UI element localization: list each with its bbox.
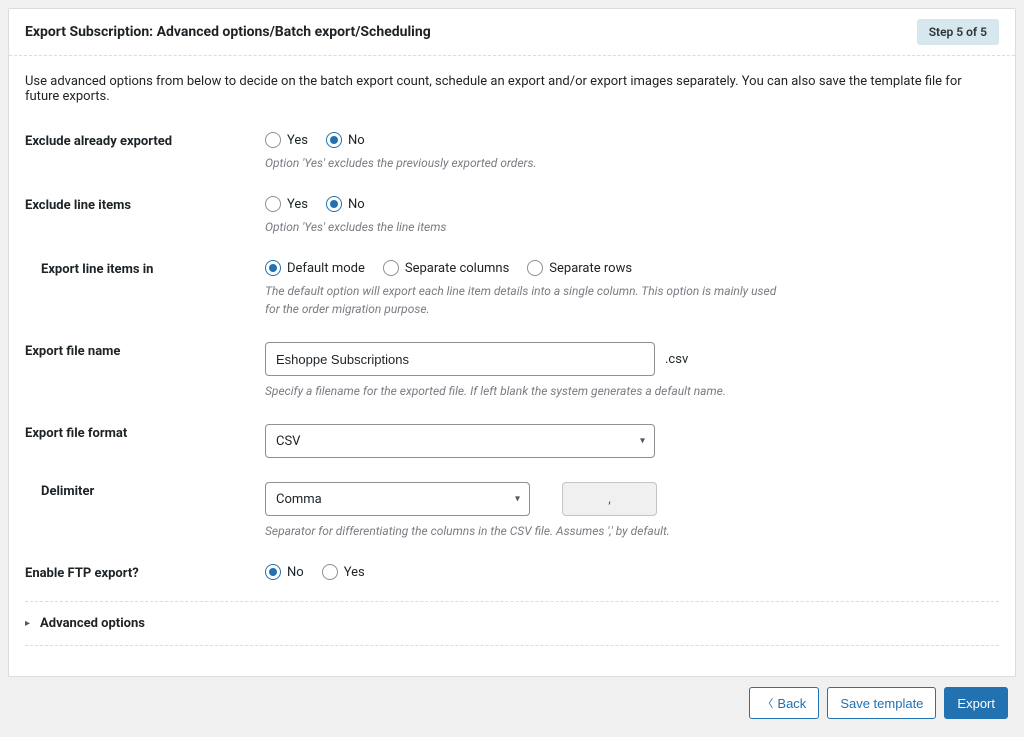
radio-icon xyxy=(265,132,281,148)
advanced-options-title: Advanced options xyxy=(40,616,145,631)
radio-icon xyxy=(322,564,338,580)
row-exclude-line-items: Exclude line items Yes No Option 'Yes' e… xyxy=(25,184,999,248)
radio-icon xyxy=(265,196,281,212)
chevron-left-icon: 〈 xyxy=(762,695,773,711)
radio-label: Separate rows xyxy=(549,261,632,276)
exclude-line-items-yes-radio[interactable]: Yes xyxy=(265,196,308,212)
export-label: Export xyxy=(957,696,995,711)
delimiter-char-display: , xyxy=(562,482,657,516)
line-items-separate-rows-radio[interactable]: Separate rows xyxy=(527,260,632,276)
export-panel: Export Subscription: Advanced options/Ba… xyxy=(8,8,1016,677)
row-file-format: Export file format CSV ▾ xyxy=(25,412,999,470)
radio-icon xyxy=(383,260,399,276)
ftp-yes-radio[interactable]: Yes xyxy=(322,564,365,580)
back-button[interactable]: 〈 Back xyxy=(749,687,819,719)
exclude-line-items-help: Option 'Yes' excludes the line items xyxy=(265,218,785,236)
delimiter-label: Delimiter xyxy=(25,482,265,499)
radio-label: Default mode xyxy=(287,261,365,276)
back-label: Back xyxy=(777,696,806,711)
caret-right-icon: ▸ xyxy=(25,618,30,629)
ftp-label: Enable FTP export? xyxy=(25,564,265,581)
radio-label: Yes xyxy=(344,565,365,580)
row-ftp-export: Enable FTP export? No Yes xyxy=(25,552,999,593)
panel-title: Export Subscription: Advanced options/Ba… xyxy=(25,24,431,40)
file-ext-label: .csv xyxy=(665,352,688,367)
line-items-separate-columns-radio[interactable]: Separate columns xyxy=(383,260,509,276)
row-exclude-exported: Exclude already exported Yes No Option '… xyxy=(25,120,999,184)
spacer xyxy=(9,646,1015,676)
save-template-label: Save template xyxy=(840,696,923,711)
panel-header: Export Subscription: Advanced options/Ba… xyxy=(9,9,1015,56)
radio-label: No xyxy=(348,133,365,148)
radio-icon xyxy=(326,132,342,148)
radio-label: No xyxy=(348,197,365,212)
save-template-button[interactable]: Save template xyxy=(827,687,936,719)
step-badge: Step 5 of 5 xyxy=(917,19,999,45)
exclude-exported-yes-radio[interactable]: Yes xyxy=(265,132,308,148)
row-export-line-items-in: Export line items in Default mode Separa… xyxy=(25,248,999,330)
exclude-exported-label: Exclude already exported xyxy=(25,132,265,149)
line-items-default-radio[interactable]: Default mode xyxy=(265,260,365,276)
radio-icon xyxy=(265,260,281,276)
delimiter-help: Separator for differentiating the column… xyxy=(265,522,785,540)
delimiter-value: Comma xyxy=(276,492,322,507)
radio-label: Separate columns xyxy=(405,261,509,276)
file-name-input[interactable] xyxy=(265,342,655,376)
radio-label: No xyxy=(287,565,304,580)
row-delimiter: Delimiter Comma ▾ , Separator for differ… xyxy=(25,470,999,552)
radio-icon xyxy=(527,260,543,276)
radio-icon xyxy=(326,196,342,212)
export-button[interactable]: Export xyxy=(944,687,1008,719)
exclude-exported-no-radio[interactable]: No xyxy=(326,132,365,148)
export-line-items-in-label: Export line items in xyxy=(25,260,265,277)
radio-label: Yes xyxy=(287,133,308,148)
intro-text: Use advanced options from below to decid… xyxy=(9,56,1015,112)
file-format-value: CSV xyxy=(276,434,300,449)
radio-label: Yes xyxy=(287,197,308,212)
exclude-exported-help: Option 'Yes' excludes the previously exp… xyxy=(265,154,785,172)
exclude-line-items-no-radio[interactable]: No xyxy=(326,196,365,212)
form-section: Exclude already exported Yes No Option '… xyxy=(9,112,1015,593)
advanced-options-accordion[interactable]: ▸ Advanced options xyxy=(9,602,1015,645)
ftp-no-radio[interactable]: No xyxy=(265,564,304,580)
file-format-select[interactable]: CSV xyxy=(265,424,655,458)
row-file-name: Export file name .csv Specify a filename… xyxy=(25,330,999,412)
export-line-items-in-help: The default option will export each line… xyxy=(265,282,785,318)
file-name-label: Export file name xyxy=(25,342,265,359)
exclude-line-items-label: Exclude line items xyxy=(25,196,265,213)
file-name-help: Specify a filename for the exported file… xyxy=(265,382,785,400)
delimiter-select[interactable]: Comma xyxy=(265,482,530,516)
radio-icon xyxy=(265,564,281,580)
file-format-label: Export file format xyxy=(25,424,265,441)
footer-actions: 〈 Back Save template Export xyxy=(8,677,1016,729)
